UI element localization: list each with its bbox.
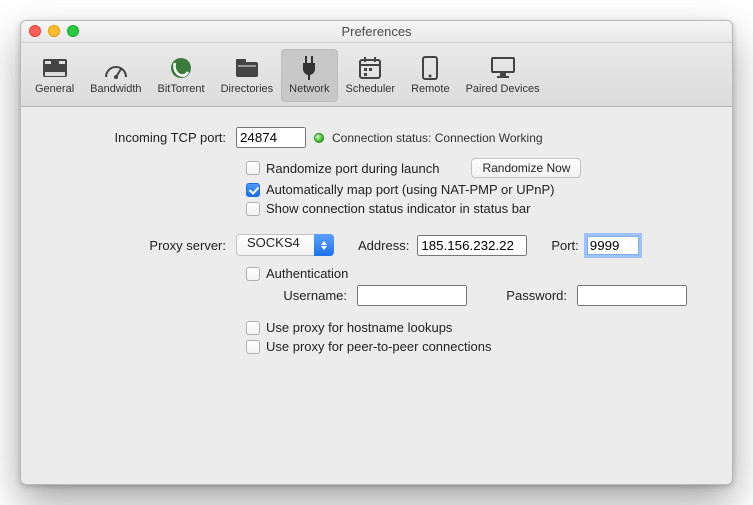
phone-icon: [416, 56, 444, 80]
connection-status-text: Connection status: Connection Working: [332, 131, 543, 145]
username-input[interactable]: [357, 285, 467, 306]
password-label: Password:: [491, 288, 571, 303]
tab-label: Remote: [411, 83, 450, 95]
tab-bittorrent[interactable]: BitTorrent: [150, 49, 213, 102]
automap-port-checkbox[interactable]: [246, 183, 260, 197]
proxy-p2p-label: Use proxy for peer-to-peer connections: [266, 339, 491, 354]
proxy-port-input[interactable]: [587, 236, 639, 255]
tab-label: Scheduler: [346, 83, 396, 95]
network-pane: Incoming TCP port: Connection status: Co…: [21, 107, 732, 378]
bittorrent-icon: [167, 56, 195, 80]
randomize-launch-checkbox[interactable]: [246, 161, 260, 175]
username-label: Username:: [271, 288, 351, 303]
proxy-type-select[interactable]: SOCKS4: [236, 234, 334, 256]
tcp-port-input[interactable]: [236, 127, 306, 148]
general-icon: [41, 56, 69, 80]
tab-paired-devices[interactable]: Paired Devices: [458, 49, 548, 102]
show-status-indicator-label: Show connection status indicator in stat…: [266, 201, 530, 216]
authentication-checkbox[interactable]: [246, 267, 260, 281]
tab-label: General: [35, 83, 74, 95]
preferences-window: Preferences General Bandwidth BitTorrent…: [20, 20, 733, 485]
password-input[interactable]: [577, 285, 687, 306]
tab-label: Network: [289, 83, 329, 95]
tab-label: BitTorrent: [158, 83, 205, 95]
tab-network[interactable]: Network: [281, 49, 337, 102]
close-icon[interactable]: [29, 25, 41, 37]
proxy-p2p-checkbox[interactable]: [246, 340, 260, 354]
zoom-icon[interactable]: [67, 25, 79, 37]
proxy-port-label: Port:: [551, 238, 578, 253]
gauge-icon: [102, 56, 130, 80]
tab-label: Paired Devices: [466, 83, 540, 95]
tab-label: Directories: [221, 83, 274, 95]
tcp-port-label: Incoming TCP port:: [51, 130, 236, 145]
proxy-hostname-checkbox[interactable]: [246, 321, 260, 335]
titlebar: Preferences: [21, 21, 732, 43]
plug-icon: [295, 56, 323, 80]
tab-directories[interactable]: Directories: [213, 49, 282, 102]
monitor-icon: [489, 56, 517, 80]
proxy-address-input[interactable]: [417, 235, 527, 256]
randomize-launch-label: Randomize port during launch: [266, 161, 439, 176]
tab-toolbar: General Bandwidth BitTorrent Directories…: [21, 43, 732, 107]
traffic-lights: [29, 25, 79, 37]
tab-bandwidth[interactable]: Bandwidth: [82, 49, 149, 102]
chevron-updown-icon: [314, 234, 334, 256]
calendar-icon: [356, 56, 384, 80]
window-title: Preferences: [341, 24, 411, 39]
tab-remote[interactable]: Remote: [403, 49, 458, 102]
tab-scheduler[interactable]: Scheduler: [338, 49, 404, 102]
connection-status-icon: [314, 133, 324, 143]
tab-general[interactable]: General: [27, 49, 82, 102]
proxy-server-label: Proxy server:: [51, 238, 236, 253]
proxy-address-label: Address:: [358, 238, 409, 253]
randomize-now-button[interactable]: Randomize Now: [471, 158, 581, 178]
minimize-icon[interactable]: [48, 25, 60, 37]
automap-port-label: Automatically map port (using NAT-PMP or…: [266, 182, 555, 197]
tab-label: Bandwidth: [90, 83, 141, 95]
show-status-indicator-checkbox[interactable]: [246, 202, 260, 216]
folder-icon: [233, 56, 261, 80]
proxy-hostname-label: Use proxy for hostname lookups: [266, 320, 452, 335]
authentication-label: Authentication: [266, 266, 348, 281]
